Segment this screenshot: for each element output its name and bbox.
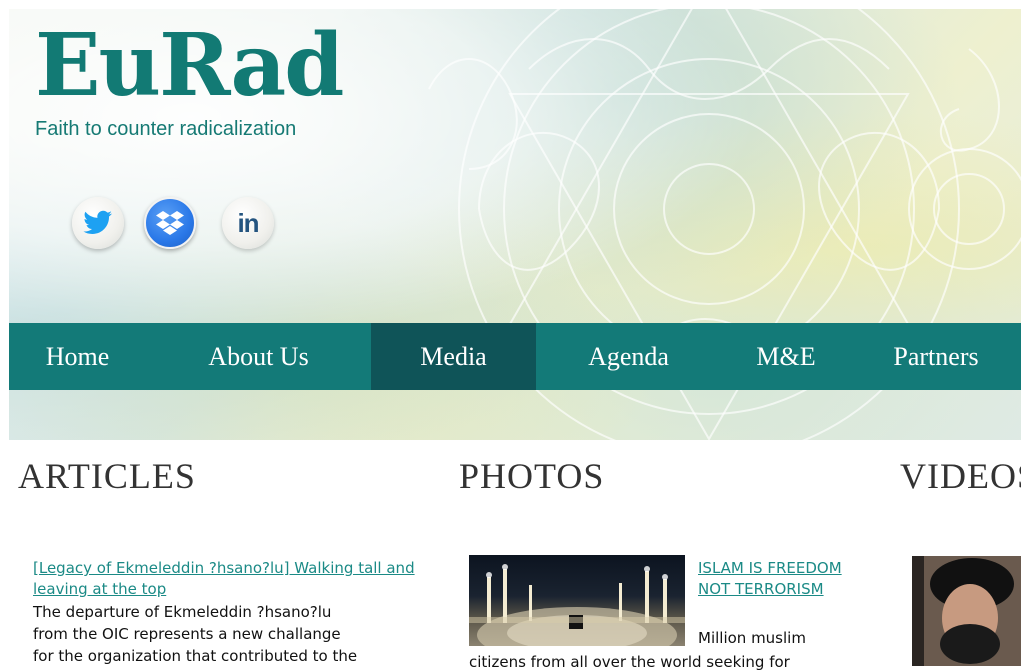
photo-link[interactable]: ISLAM IS FREEDOM NOT TERRORISM	[698, 558, 848, 600]
photo-excerpt-start: Million muslim	[698, 629, 806, 647]
article-excerpt-line: The departure of Ekmeleddin ?hsano?lu	[33, 603, 332, 621]
nav-me[interactable]: M&E	[721, 323, 851, 390]
dropbox-button[interactable]	[144, 197, 196, 249]
videos-heading: VIDEOS	[900, 456, 1021, 496]
main-nav: Home About Us Media Agenda M&E Partners	[9, 323, 1021, 390]
photos-heading: PHOTOS	[459, 456, 605, 496]
dropbox-icon	[156, 211, 184, 235]
site-tagline: Faith to counter radicalization	[35, 118, 297, 140]
article-excerpt-line: for the organization that contributed to…	[33, 647, 358, 665]
articles-heading: ARTICLES	[18, 456, 196, 496]
nav-home[interactable]: Home	[9, 323, 146, 390]
article-excerpt-line: from the OIC represents a new challange	[33, 625, 341, 643]
linkedin-button[interactable]: in	[222, 197, 274, 249]
article-excerpt: The departure of Ekmeleddin ?hsano?lu fr…	[33, 601, 433, 667]
nav-partners[interactable]: Partners	[851, 323, 1021, 390]
twitter-button[interactable]	[72, 197, 124, 249]
mecca-photo-image	[469, 564, 685, 646]
linkedin-icon: in	[237, 207, 259, 238]
video-person-image	[912, 556, 1021, 666]
video-thumbnail[interactable]	[912, 556, 1021, 666]
photo-excerpt: citizens from all over the world seeking…	[469, 653, 790, 671]
article-link[interactable]: [Legacy of Ekmeleddin ?hsano?lu] Walking…	[33, 558, 423, 600]
nav-agenda[interactable]: Agenda	[536, 323, 721, 390]
nav-about-us[interactable]: About Us	[146, 323, 371, 390]
photo-thumbnail[interactable]	[469, 555, 685, 646]
nav-media[interactable]: Media	[371, 323, 536, 390]
twitter-icon	[83, 210, 112, 234]
site-logo[interactable]: EuRad	[35, 23, 344, 109]
